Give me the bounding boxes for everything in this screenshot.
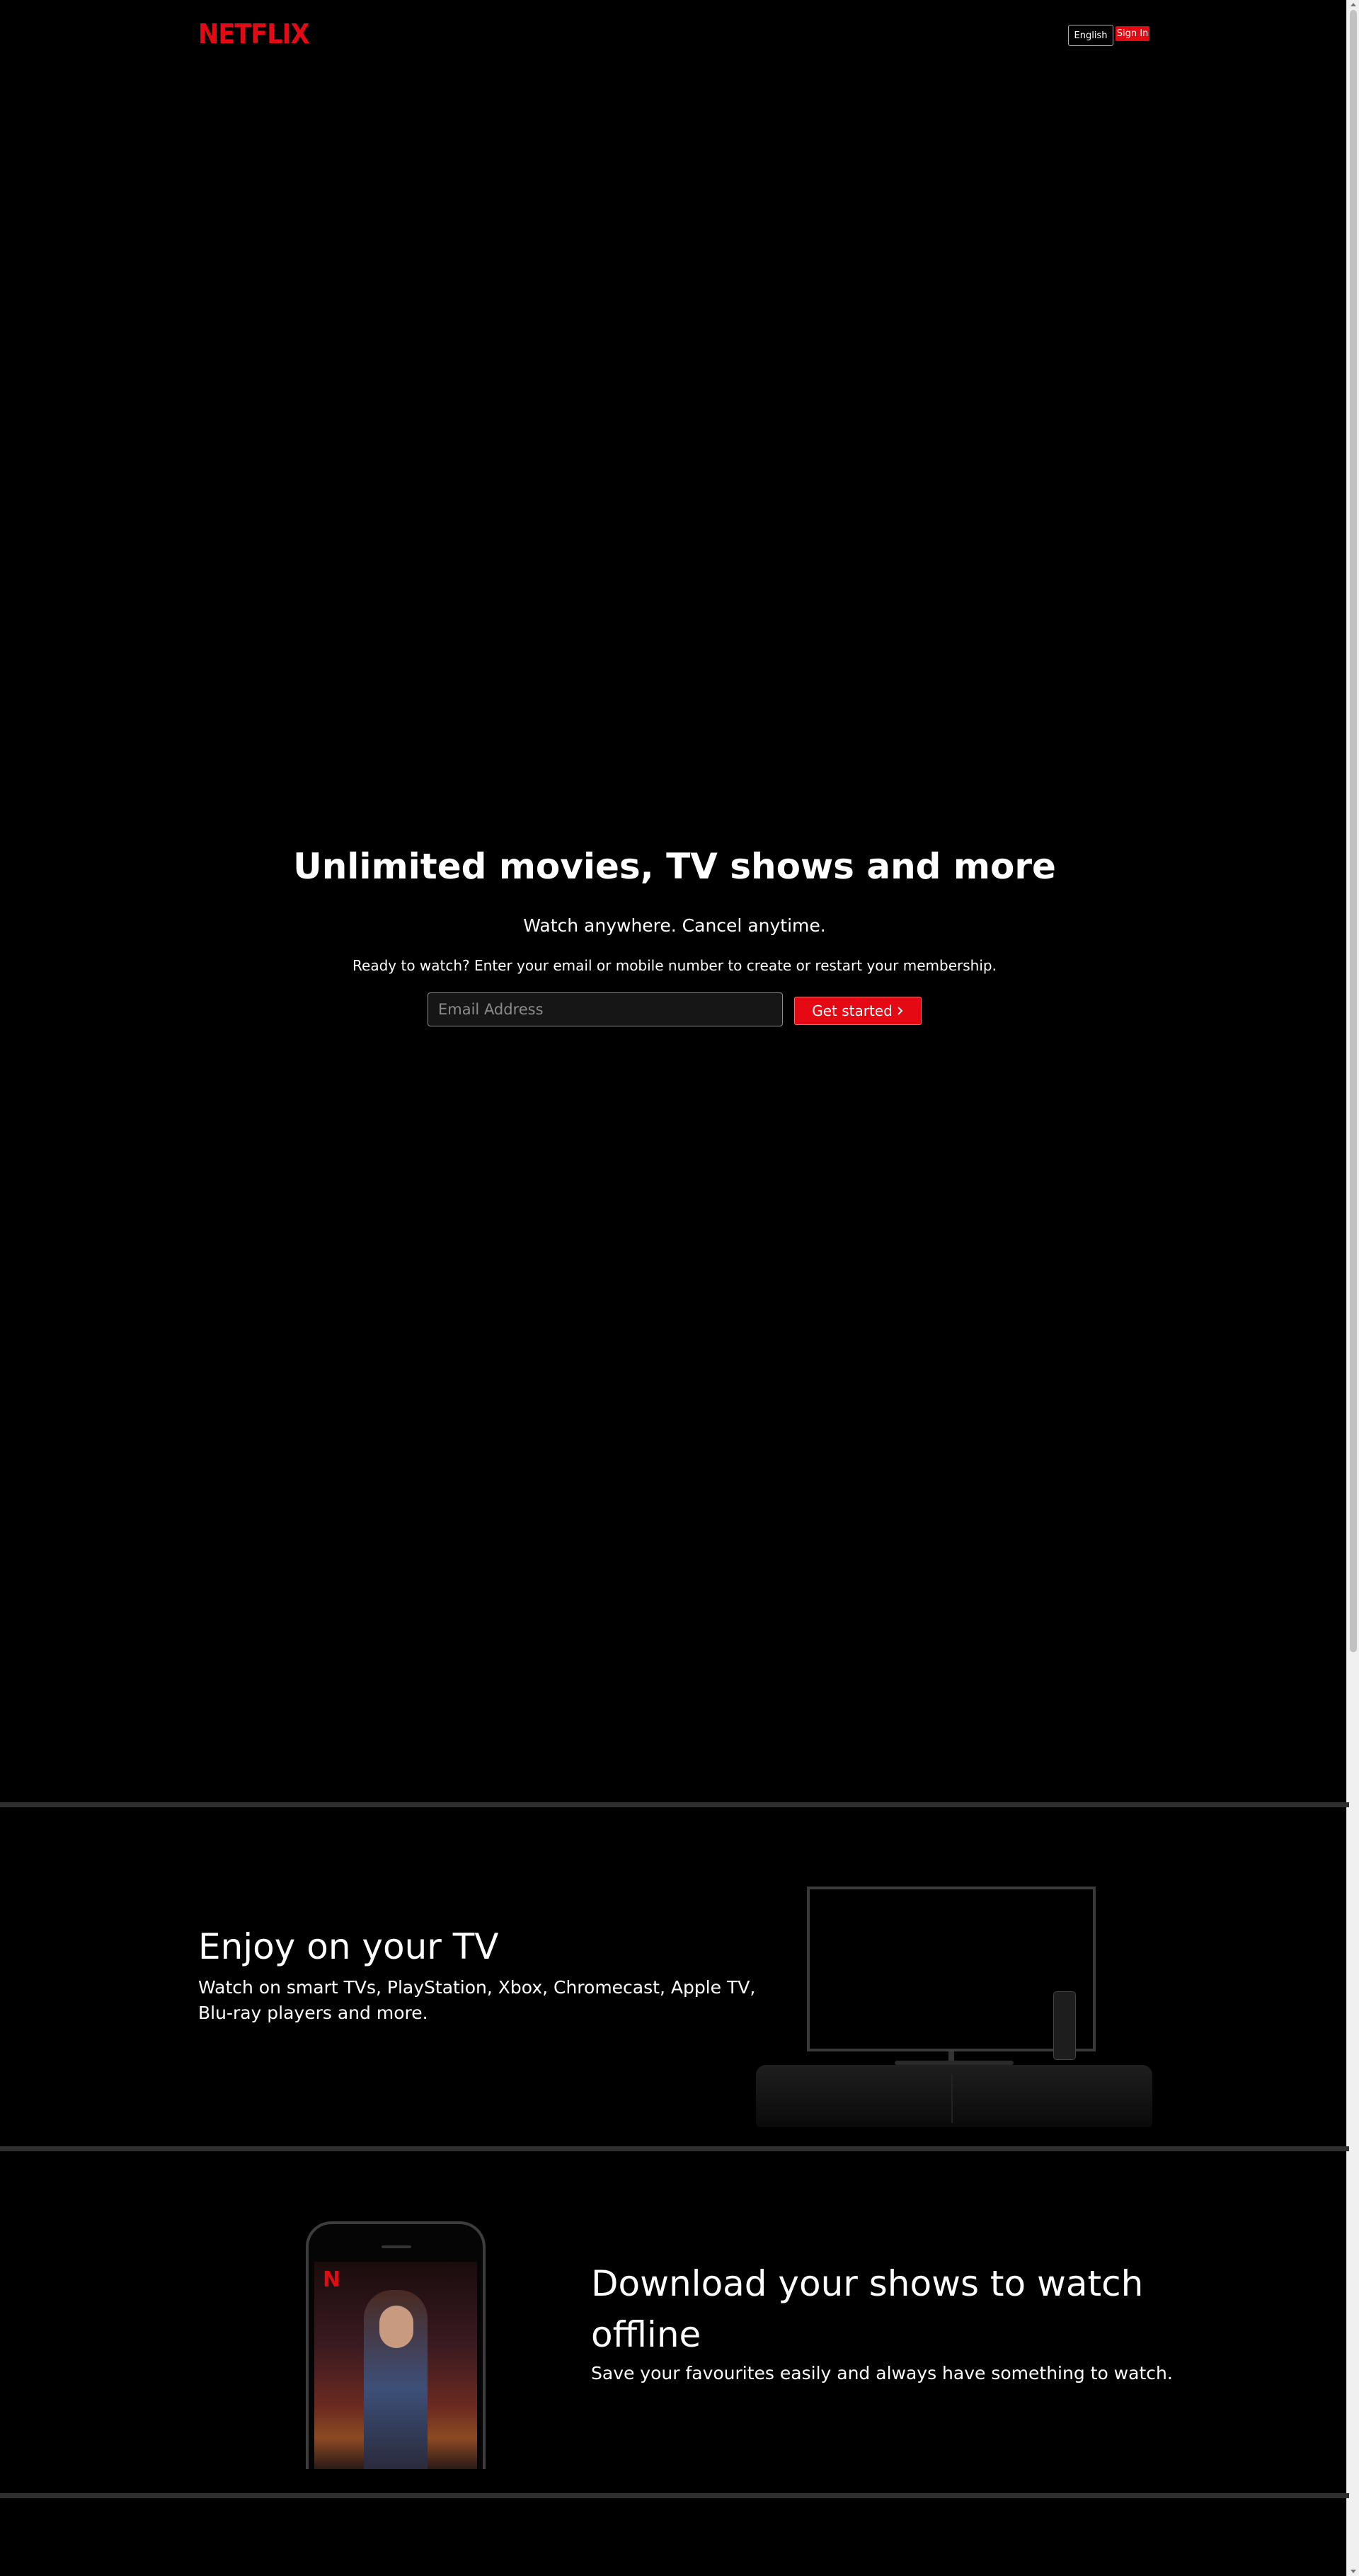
language-select[interactable]: English [1068,25,1113,46]
netflix-n-icon: N [323,2267,341,2292]
email-input[interactable] [428,992,783,1026]
hero-subtitle: Watch anywhere. Cancel anytime. [523,915,826,936]
feature-title: Enjoy on your TV [198,1926,499,1967]
tv-screen [807,1887,1096,2051]
hero-ready-text: Ready to watch? Enter your email or mobi… [352,957,997,974]
feature-description: Watch on smart TVs, PlayStation, Xbox, C… [198,1977,756,2023]
scrollbar-thumb[interactable] [1350,10,1357,1652]
sign-in-button[interactable]: Sign In [1116,26,1149,41]
section-divider [0,1802,1349,1807]
scroll-up-arrow-icon[interactable] [1351,3,1356,6]
section-divider [0,2146,1349,2151]
section-divider [0,2493,1349,2498]
feature-title: Download your shows to watch offline [591,2263,1144,2355]
feature-description: Save your favourites easily and always h… [591,2363,1173,2383]
remote-control-icon [1053,1991,1076,2060]
netflix-logo[interactable]: NETFLIX [198,18,310,50]
tv-illustration [756,1887,1152,2127]
hero-title: Unlimited movies, TV shows and more [293,846,1056,887]
get-started-button[interactable]: Get started [794,997,922,1025]
scroll-down-arrow-icon[interactable] [1351,2570,1356,2573]
get-started-label: Get started [812,1002,893,1019]
chevron-right-icon [898,1007,903,1015]
page-scrollbar[interactable] [1346,0,1359,2576]
tv-cabinet [756,2065,1152,2127]
phone-screen-poster: N [314,2262,477,2469]
phone-illustration: N [306,2221,486,2469]
